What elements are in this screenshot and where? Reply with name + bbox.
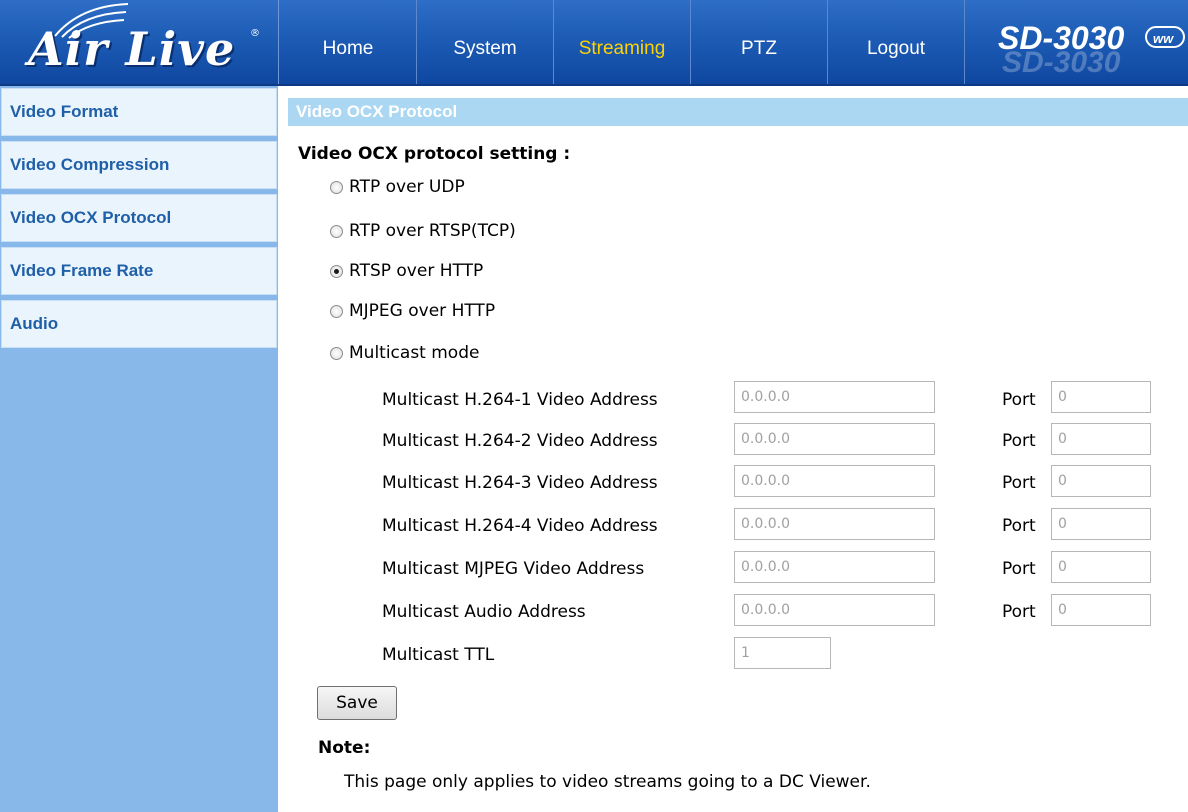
logo-text: Air Live [28,22,236,76]
multicast-h264-4-port-input[interactable] [1051,508,1151,540]
radio-multicast-mode[interactable]: Multicast mode [330,343,479,363]
nav-home[interactable]: Home [280,0,417,84]
sidebar-item-audio[interactable]: Audio [1,300,277,348]
top-header: Air Live ® Home System Streaming PTZ Log… [0,0,1188,86]
port-label: Port [1002,431,1036,451]
nav-logout[interactable]: Logout [828,0,965,84]
multicast-audio-port-input[interactable] [1051,594,1151,626]
radio-button[interactable] [330,304,343,318]
port-label: Port [1002,473,1036,493]
multicast-h264-2-label: Multicast H.264-2 Video Address [382,431,658,451]
nav-streaming[interactable]: Streaming [554,0,691,84]
multicast-audio-label: Multicast Audio Address [382,602,586,622]
radio-button[interactable] [330,346,343,360]
radio-label: RTSP over HTTP [349,261,484,281]
multicast-ttl-input[interactable] [734,637,831,669]
sidebar-item-video-compression[interactable]: Video Compression [1,141,277,189]
port-label: Port [1002,602,1036,622]
multicast-h264-3-port-input[interactable] [1051,465,1151,497]
radio-label: Multicast mode [349,343,480,363]
airlive-logo: Air Live ® [0,0,279,84]
radio-button[interactable] [330,180,343,194]
radio-rtsp-over-http[interactable]: RTSP over HTTP [330,261,483,281]
multicast-mjpeg-label: Multicast MJPEG Video Address [382,559,645,579]
radio-label: RTP over RTSP(TCP) [349,221,516,241]
port-label: Port [1002,390,1036,410]
nav-system[interactable]: System [417,0,554,84]
model-badge: SD-3030 SD-3030 ww [980,0,1188,84]
multicast-audio-address-input[interactable] [734,594,935,626]
multicast-h264-1-label: Multicast H.264-1 Video Address [382,390,658,410]
note-text: This page only applies to video streams … [344,772,871,792]
multicast-h264-2-port-input[interactable] [1051,423,1151,455]
radio-mjpeg-over-http[interactable]: MJPEG over HTTP [330,301,495,321]
protocol-setting-heading: Video OCX protocol setting : [298,144,571,164]
multicast-h264-4-label: Multicast H.264-4 Video Address [382,516,658,536]
main-nav: Home System Streaming PTZ Logout [280,0,965,84]
radio-label: RTP over UDP [349,177,465,197]
multicast-h264-1-address-input[interactable] [734,381,935,413]
multicast-h264-1-port-input[interactable] [1051,381,1151,413]
multicast-h264-2-address-input[interactable] [734,423,935,455]
port-label: Port [1002,516,1036,536]
multicast-mjpeg-address-input[interactable] [734,551,935,583]
multicast-h264-3-address-input[interactable] [734,465,935,497]
multicast-h264-3-label: Multicast H.264-3 Video Address [382,473,658,493]
multicast-mjpeg-port-input[interactable] [1051,551,1151,583]
multicast-h264-4-address-input[interactable] [734,508,935,540]
section-title: Video OCX Protocol [288,98,1188,126]
multicast-ttl-label: Multicast TTL [382,645,495,665]
radio-rtp-over-udp[interactable]: RTP over UDP [330,177,465,197]
radio-label: MJPEG over HTTP [349,301,496,321]
radio-button[interactable] [330,264,343,278]
nav-ptz[interactable]: PTZ [691,0,828,84]
note-heading: Note: [318,738,371,758]
sidebar-item-video-ocx-protocol[interactable]: Video OCX Protocol [1,194,277,242]
www-badge: ww [1145,26,1185,48]
registered-mark: ® [250,28,260,39]
save-button[interactable]: Save [317,686,397,720]
model-name: SD-3030 [998,20,1125,56]
radio-button[interactable] [330,224,343,238]
radio-rtp-over-rtsp-tcp[interactable]: RTP over RTSP(TCP) [330,221,516,241]
sidebar-item-video-frame-rate[interactable]: Video Frame Rate [1,247,277,295]
sidebar-item-video-format[interactable]: Video Format [1,88,277,136]
sidebar: Video Format Video Compression Video OCX… [0,86,278,812]
port-label: Port [1002,559,1036,579]
